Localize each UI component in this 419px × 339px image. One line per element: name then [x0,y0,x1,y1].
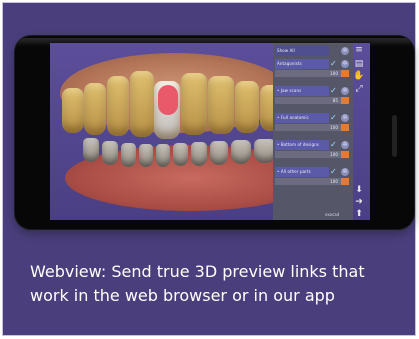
arrow-right-icon[interactable]: ➜ [353,196,365,208]
opacity-value: 100 [275,178,341,185]
panel-item-label: Antagonists [275,59,329,69]
opacity-slider-handle[interactable] [341,151,349,158]
opacity-value: 100 [275,70,341,77]
gear-icon[interactable]: ✲ [341,168,349,176]
upper-tooth [181,73,207,135]
panel-item-label: • Bottom of designs [275,140,329,150]
upper-tooth [62,88,84,133]
gear-icon[interactable]: ✲ [341,60,349,68]
show-all-button[interactable]: Show All [275,46,329,56]
panel-item-all-other-parts[interactable]: • All other parts ✓ ✲ [275,167,351,177]
opacity-value: 100 [275,151,341,158]
lower-tooth [173,143,188,166]
opacity-slider-handle[interactable] [341,97,349,104]
lower-tooth [121,143,136,167]
upper-tooth [107,76,129,136]
upper-tooth [84,83,106,135]
opacity-slider-handle[interactable] [341,124,349,131]
promo-card: Show All ✲ Antagonists ✓ ✲ 100 • Jaw sca… [2,2,416,336]
gear-icon[interactable]: ✲ [341,47,349,55]
gear-icon[interactable]: ✲ [341,87,349,95]
panel-item-antagonists[interactable]: Antagonists ✓ ✲ [275,59,351,69]
hand-icon[interactable]: ✋ [353,70,365,82]
lower-tooth [156,144,170,167]
gear-icon[interactable]: ✲ [341,114,349,122]
panel-item-full-anatomic[interactable]: • Full anatomic ✓ ✲ [275,113,351,123]
check-icon[interactable]: ✓ [330,114,338,122]
panel-item-bottom-of-designs[interactable]: • Bottom of designs ✓ ✲ [275,140,351,150]
lower-tooth [83,138,99,162]
check-icon[interactable]: ✓ [330,87,338,95]
layers-icon[interactable]: ▤ [353,58,365,70]
panel-item-label: • All other parts [275,167,329,177]
check-icon[interactable]: ✓ [330,141,338,149]
panel-item-jaw-scans[interactable]: • Jaw scans ✓ ✲ [275,86,351,96]
opacity-slider-handle[interactable] [341,178,349,185]
panel-header-row: Show All ✲ [275,46,351,56]
menu-icon[interactable]: ≡ [353,44,365,56]
caption-text: Webview: Send true 3D preview links that… [30,262,365,305]
fullscreen-icon[interactable]: ⤢ [353,83,365,95]
upper-tooth [208,76,234,134]
lower-tooth [139,144,153,167]
brand-logo: exocad [325,212,340,217]
arrow-up-icon[interactable]: ⬆ [353,208,365,220]
lower-tooth [102,141,118,165]
lower-tooth [191,142,207,166]
upper-tooth [235,81,259,133]
panel-item-label: • Jaw scans [275,86,329,96]
lower-tooth [210,141,228,165]
opacity-value: 100 [275,124,341,131]
opacity-value: 85 [275,97,341,104]
arrow-down-icon[interactable]: ⬇ [353,184,365,196]
opacity-slider-handle[interactable] [341,70,349,77]
panel-item-label: • Full anatomic [275,113,329,123]
visibility-panel: Show All ✲ Antagonists ✓ ✲ 100 • Jaw sca… [273,44,353,220]
upper-tooth [130,71,154,137]
phone-home-button[interactable] [392,115,397,157]
lower-tooth [231,140,251,164]
gear-icon[interactable]: ✲ [341,141,349,149]
check-icon[interactable]: ✓ [330,168,338,176]
crown-highlight [158,85,178,115]
check-icon[interactable]: ✓ [330,60,338,68]
